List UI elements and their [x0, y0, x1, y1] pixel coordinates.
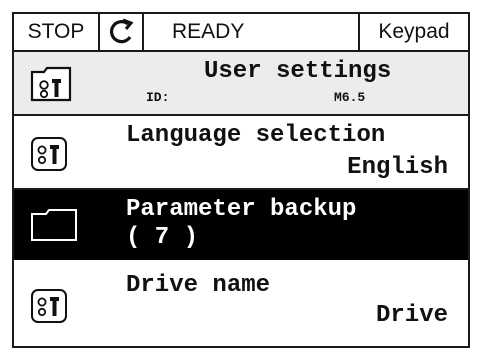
menu-header: User settings ID: M6.5	[14, 52, 468, 116]
item-title: Drive name	[126, 272, 271, 299]
item-title: Parameter backup	[126, 196, 357, 223]
status-stop: STOP	[14, 14, 100, 50]
keypad-param-icon	[30, 288, 68, 329]
id-value: M6.5	[334, 90, 366, 105]
item-title: Language selection	[126, 122, 386, 149]
status-bar: STOP READY Keypad	[14, 14, 468, 52]
item-value: English	[347, 154, 448, 181]
rotation-arrow-icon	[100, 14, 144, 50]
page-title: User settings	[204, 58, 392, 85]
status-control-place: Keypad	[378, 20, 450, 43]
menu-item-drive-name[interactable]: Drive name Drive	[14, 260, 468, 346]
folder-keypad-icon	[30, 64, 72, 107]
keypad-display: STOP READY Keypad User settings ID: M6.5	[12, 12, 470, 348]
status-ready: READY	[144, 14, 360, 50]
id-label: ID:	[146, 90, 170, 105]
menu-item-language-selection[interactable]: Language selection English	[14, 116, 468, 190]
keypad-param-icon	[30, 136, 68, 177]
menu-item-parameter-backup[interactable]: Parameter backup ( 7 )	[14, 190, 468, 260]
item-value: ( 7 )	[126, 224, 199, 251]
item-value: Drive	[375, 302, 448, 329]
folder-icon	[30, 208, 78, 247]
